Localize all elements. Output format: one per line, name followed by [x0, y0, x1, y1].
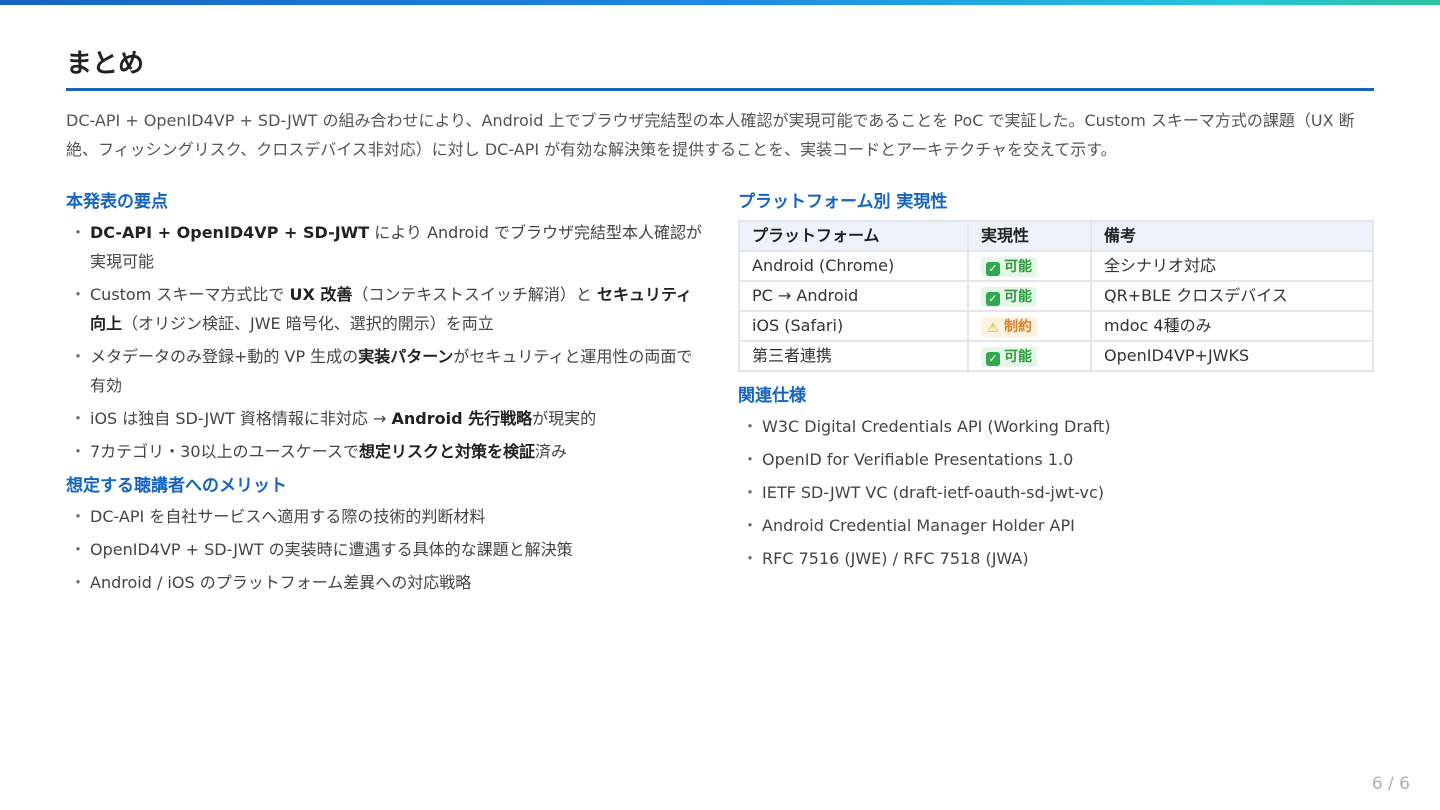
status-badge: ⚠ 制約 [981, 316, 1037, 337]
key-point-item: iOS は独自 SD-JWT 資格情報に非対応 → Android 先行戦略が現… [66, 404, 706, 433]
point-text: 済み [534, 442, 567, 461]
benefit-item: OpenID4VP + SD-JWT の実装時に遭遇する具体的な課題と解決策 [66, 535, 706, 564]
key-points-heading: 本発表の要点 [66, 192, 168, 212]
emphasis-text: 実装パターン [358, 347, 454, 366]
status-label: 可能 [1004, 258, 1032, 275]
status-label: 可能 [1004, 348, 1032, 365]
slide-title: まとめ [66, 48, 1374, 91]
key-point-item: DC-API + OpenID4VP + SD-JWT により Android … [66, 218, 706, 276]
platform-table-heading: プラットフォーム別 実現性 [738, 192, 948, 212]
audience-benefits-list: DC-API を自社サービスへ適用する際の技術的判断材料 OpenID4VP + … [66, 502, 706, 597]
emphasis-text: UX 改善 [289, 285, 353, 304]
feasibility-cell: ✓ 可能 [967, 340, 1092, 372]
column-header-platform: プラットフォーム [738, 220, 969, 252]
emphasis-text: 想定リスクと対策を検証 [358, 442, 535, 461]
audience-benefits-heading: 想定する聴講者へのメリット [66, 476, 287, 496]
related-specs-list: W3C Digital Credentials API (Working Dra… [738, 412, 1374, 573]
top-accent-bar [0, 0, 1440, 5]
spec-item: Android Credential Manager Holder API [738, 511, 1374, 540]
check-icon: ✓ [986, 351, 1000, 366]
status-label: 可能 [1004, 288, 1032, 305]
platform-cell: iOS (Safari) [738, 310, 969, 342]
column-header-notes: 備考 [1090, 220, 1374, 252]
related-specs-heading: 関連仕様 [738, 386, 806, 406]
table-row: Android (Chrome) ✓ 可能 全シナリオ対応 [738, 250, 1374, 282]
warning-icon: ⚠ [987, 320, 999, 336]
status-badge: ✓ 可能 [981, 256, 1037, 277]
platform-cell: Android (Chrome) [738, 250, 969, 282]
spec-item: IETF SD-JWT VC (draft-ietf-oauth-sd-jwt-… [738, 478, 1374, 507]
key-points-list: DC-API + OpenID4VP + SD-JWT により Android … [66, 218, 706, 466]
page-number: 6 / 6 [1371, 774, 1410, 794]
platform-feasibility-table: プラットフォーム 実現性 備考 Android (Chrome) ✓ 可能 全シナリオ… [738, 220, 1374, 372]
key-point-item: Custom スキーマ方式比で UX 改善（コンテキストスイッチ解消）と セキュ… [66, 280, 706, 338]
point-text: メタデータのみ登録+動的 VP 生成の [90, 347, 359, 366]
key-point-item: 7カテゴリ・30以上のユースケースで想定リスクと対策を検証済み [66, 437, 706, 466]
notes-cell: mdoc 4種のみ [1090, 310, 1374, 342]
check-icon: ✓ [986, 261, 1000, 276]
key-point-item: メタデータのみ登録+動的 VP 生成の実装パターンがセキュリティと運用性の両面で… [66, 342, 706, 400]
table-row: PC → Android ✓ 可能 QR+BLE クロスデバイス [738, 280, 1374, 312]
benefit-item: Android / iOS のプラットフォーム差異への対応戦略 [66, 568, 706, 597]
point-text: （オリジン検証、JWE 暗号化、選択的開示）を両立 [122, 314, 494, 333]
notes-cell: QR+BLE クロスデバイス [1090, 280, 1374, 312]
emphasis-text: DC-API + OpenID4VP + SD-JWT [90, 223, 370, 242]
feasibility-cell: ✓ 可能 [967, 280, 1092, 312]
notes-cell: OpenID4VP+JWKS [1090, 340, 1374, 372]
feasibility-cell: ⚠ 制約 [967, 310, 1092, 342]
table-row: iOS (Safari) ⚠ 制約 mdoc 4種のみ [738, 310, 1374, 342]
point-text: Custom スキーマ方式比で [90, 285, 290, 304]
emphasis-text: Android 先行戦略 [391, 409, 533, 428]
platform-cell: 第三者連携 [738, 340, 969, 372]
right-column: プラットフォーム別 実現性 プラットフォーム 実現性 備考 Android (C… [738, 188, 1374, 579]
status-badge: ✓ 可能 [981, 346, 1037, 367]
status-badge: ✓ 可能 [981, 286, 1037, 307]
notes-cell: 全シナリオ対応 [1090, 250, 1374, 282]
point-text: iOS は独自 SD-JWT 資格情報に非対応 → [90, 409, 392, 428]
platform-cell: PC → Android [738, 280, 969, 312]
point-text: 7カテゴリ・30以上のユースケースで [90, 442, 359, 461]
spec-item: W3C Digital Credentials API (Working Dra… [738, 412, 1374, 441]
column-header-feasibility: 実現性 [967, 220, 1092, 252]
point-text: が現実的 [532, 409, 597, 428]
feasibility-cell: ✓ 可能 [967, 250, 1092, 282]
left-column: 本発表の要点 DC-API + OpenID4VP + SD-JWT により A… [66, 188, 706, 603]
intro-paragraph: DC-API + OpenID4VP + SD-JWT の組み合わせにより、An… [66, 111, 1355, 159]
spec-item: RFC 7516 (JWE) / RFC 7518 (JWA) [738, 544, 1374, 573]
check-icon: ✓ [986, 291, 1000, 306]
point-text: （コンテキストスイッチ解消）と [352, 285, 597, 304]
table-header-row: プラットフォーム 実現性 備考 [738, 220, 1374, 252]
benefit-item: DC-API を自社サービスへ適用する際の技術的判断材料 [66, 502, 706, 531]
spec-item: OpenID for Verifiable Presentations 1.0 [738, 445, 1374, 474]
status-label: 制約 [1004, 318, 1032, 335]
table-row: 第三者連携 ✓ 可能 OpenID4VP+JWKS [738, 340, 1374, 372]
